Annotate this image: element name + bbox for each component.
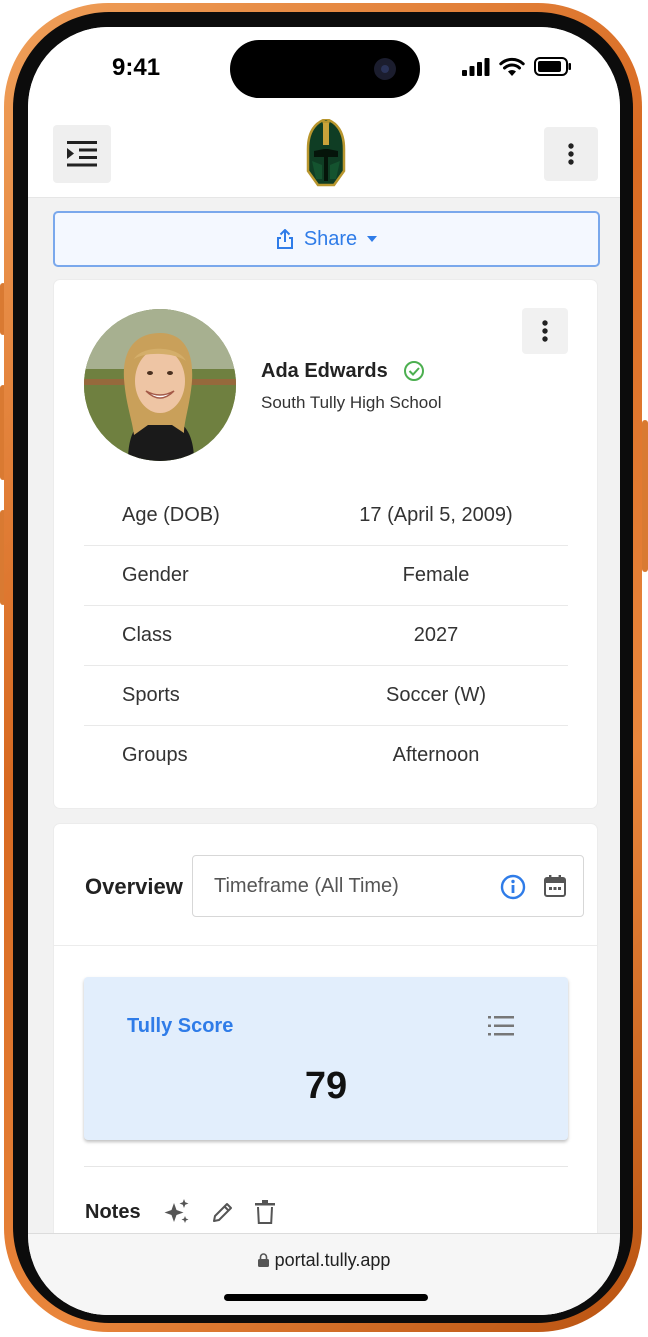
sidebar-toggle-button[interactable] [53,125,111,183]
cellular-signal-icon [462,57,490,76]
avatar[interactable] [84,309,236,461]
info-label: Groups [122,744,188,766]
app-header [28,117,620,198]
share-button[interactable]: Share [53,211,600,267]
share-label: Share [303,227,358,250]
info-icon[interactable] [500,874,526,900]
home-indicator [224,1294,428,1301]
url-row: portal.tully.app [28,1250,620,1271]
info-row-age: Age (DOB) 17 (April 5, 2009) [84,486,568,546]
timeframe-placeholder: Timeframe (All Time) [214,875,399,897]
battery-icon [534,57,571,76]
phone-screen: 9:41 Share Ada Edwards South Tully High … [28,27,620,1315]
info-label: Gender [122,564,189,586]
sparkle-ai-icon[interactable] [163,1199,191,1225]
power-button [642,420,648,572]
overview-title: Overview [85,874,183,899]
trash-icon[interactable] [254,1200,275,1224]
more-vertical-icon [568,143,574,165]
tully-score-value: 79 [304,1065,348,1107]
notes-divider [84,1166,568,1167]
profile-more-button[interactable] [522,308,568,354]
info-label: Class [122,624,173,646]
verified-check-icon [404,361,424,381]
timeframe-field[interactable]: Timeframe (All Time) [192,855,584,917]
status-icons [462,57,572,76]
profile-info-table: Age (DOB) 17 (April 5, 2009) Gender Fema… [84,486,568,785]
caret-down-icon [367,236,378,242]
profile-card: Ada Edwards South Tully High School Age … [54,280,597,808]
info-label: Sports [122,684,180,706]
info-value: Soccer (W) [386,684,486,706]
front-camera [374,58,396,80]
notes-toolbar: Notes [85,1199,295,1225]
tully-score-label: Tully Score [127,1015,234,1037]
list-icon[interactable] [488,1015,514,1037]
info-row-gender: Gender Female [84,546,568,606]
header-more-button[interactable] [544,127,598,181]
edit-pencil-icon[interactable] [211,1200,235,1224]
lock-icon [257,1253,269,1267]
status-bar: 9:41 [28,27,620,119]
info-row-class: Class 2027 [84,606,568,666]
spartan-helmet-logo[interactable] [304,117,348,192]
status-time: 9:41 [112,54,161,81]
notes-label: Notes [85,1200,141,1223]
wifi-icon [499,57,525,76]
info-value: Female [402,564,470,586]
tully-score-card[interactable]: Tully Score 79 [84,977,568,1140]
browser-url-bar[interactable]: portal.tully.app [28,1233,620,1315]
more-vertical-icon [542,320,548,342]
info-value: 2027 [413,624,459,646]
calendar-icon[interactable] [543,874,567,898]
athlete-name: Ada Edwards [261,360,388,382]
info-value: 17 (April 5, 2009) [359,504,513,526]
share-upload-icon [276,229,293,249]
info-row-groups: Groups Afternoon [84,726,568,785]
indent-menu-icon [67,141,97,167]
url-text: portal.tully.app [274,1250,391,1270]
info-value: Afternoon [392,744,480,766]
info-row-sports: Sports Soccer (W) [84,666,568,726]
athlete-school: South Tully High School [261,393,442,412]
info-label: Age (DOB) [122,504,220,526]
overview-divider [54,945,597,946]
